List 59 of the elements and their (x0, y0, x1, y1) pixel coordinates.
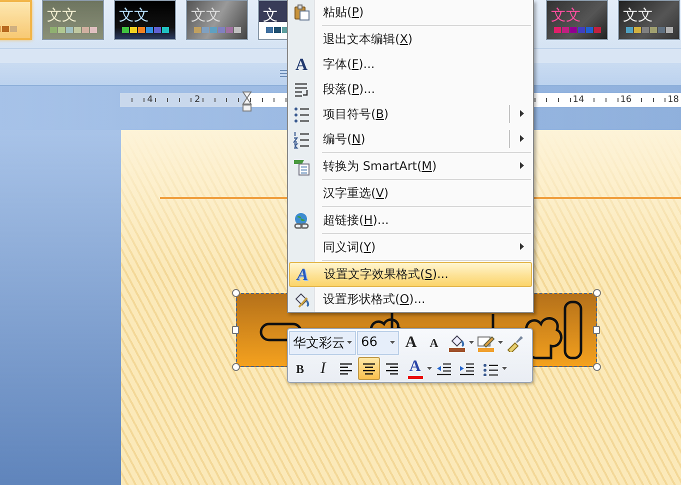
menu-item[interactable]: 汉字重选(V) (289, 181, 532, 206)
menu-item[interactable]: 项目符号(B) (289, 102, 532, 127)
submenu-arrow-icon (520, 135, 524, 142)
menu-item[interactable]: 转换为 SmartArt(M) (289, 154, 532, 179)
indent-marker-icon[interactable] (242, 91, 252, 112)
grow-font-button[interactable]: A (400, 331, 422, 354)
bold-button[interactable]: B (289, 357, 311, 380)
smartart-graphic-icon (293, 158, 310, 176)
ruler-number: 4 (146, 95, 154, 105)
resize-handle[interactable] (593, 363, 601, 371)
menu-item[interactable]: 设置形状格式(O)... (289, 287, 532, 312)
align-center-button[interactable] (358, 357, 380, 380)
ruler-number: 16 (619, 95, 633, 105)
globe-link-icon (293, 212, 310, 230)
menu-item[interactable]: 段落(P)... (289, 77, 532, 102)
ruler-number: 18 (666, 95, 680, 105)
menu-item[interactable]: 粘贴(P) (289, 0, 532, 25)
paragraph-icon (293, 80, 310, 98)
resize-handle[interactable] (593, 326, 600, 334)
resize-handle[interactable] (593, 289, 601, 297)
paintbrush-icon (506, 334, 524, 352)
menu-item[interactable]: 编号(N) (289, 127, 532, 152)
submenu-arrow-icon (520, 162, 524, 169)
caret-icon (390, 341, 395, 344)
caret-icon (347, 341, 352, 344)
bulleted-list-icon (482, 362, 498, 376)
italic-button[interactable]: I (312, 357, 334, 380)
align-lines-icon (361, 362, 377, 376)
menu-item[interactable]: A 字体(F)... (289, 52, 532, 77)
font-size-field[interactable]: 66 (357, 330, 399, 354)
font-name-field[interactable]: 华文彩云 (289, 330, 356, 354)
numbered-list-icon (293, 130, 310, 148)
resize-handle[interactable] (232, 326, 239, 334)
font-icon: A (295, 54, 308, 74)
resize-handle[interactable] (232, 289, 240, 297)
menu-item[interactable]: 同义词(Y) (289, 235, 532, 260)
caret-icon (498, 341, 503, 344)
theme-thumbnail[interactable]: 文文 (114, 0, 176, 40)
paint-bucket-icon (293, 290, 310, 308)
text-effect-icon: A (296, 264, 308, 284)
bulleted-list-icon (293, 106, 310, 124)
ruler-number: 14 (572, 95, 586, 105)
menu-item[interactable]: 退出文本编辑(X) (289, 27, 532, 52)
theme-thumbnail[interactable]: 文文 (618, 0, 680, 40)
shrink-font-button[interactable]: A (423, 331, 445, 354)
submenu-arrow-icon (520, 110, 524, 117)
clipboard-icon (293, 4, 310, 22)
indent-icon (459, 362, 475, 376)
ruler-number: 2 (194, 95, 202, 105)
align-lines-icon (384, 362, 400, 376)
align-lines-icon (338, 362, 354, 376)
resize-handle[interactable] (232, 363, 240, 371)
submenu-arrow-icon (520, 243, 524, 250)
font-color-button[interactable]: A (404, 357, 426, 380)
caret-icon (469, 341, 474, 344)
theme-thumbnail[interactable]: 文文 (42, 0, 104, 40)
outdent-icon (436, 362, 452, 376)
menu-item[interactable]: 超链接(H)... (289, 208, 532, 233)
menu-item[interactable]: A 设置文字效果格式(S)... (289, 262, 532, 287)
